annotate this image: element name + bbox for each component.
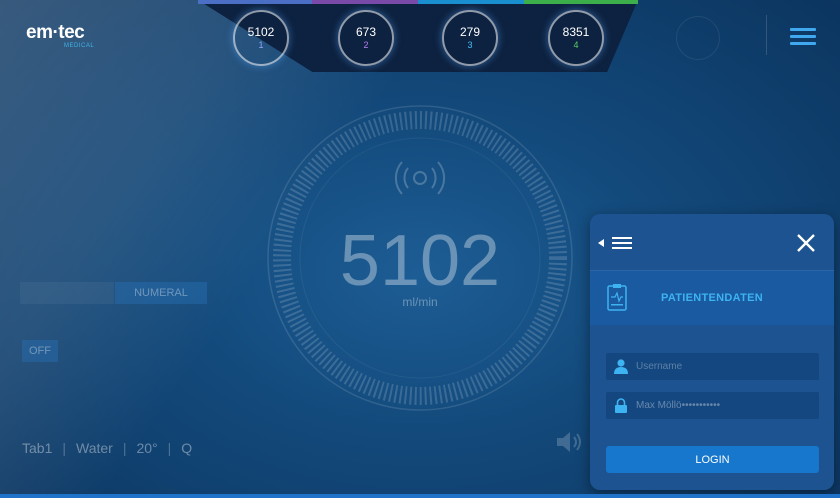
separator: |	[62, 440, 66, 456]
ghost-circle	[676, 16, 720, 60]
channel-1-accent	[198, 0, 312, 4]
bottom-accent-line	[0, 494, 840, 498]
username-input[interactable]	[636, 353, 786, 380]
channel-4-gauge[interactable]: 8351 4	[548, 10, 604, 66]
channel-2-accent	[312, 0, 418, 4]
patient-data-label: PATIENTENDATEN	[661, 292, 763, 304]
numeral-button[interactable]: NUMERAL	[115, 282, 207, 304]
setting-medium: Water	[76, 440, 113, 456]
channel-2-gauge[interactable]: 673 2	[338, 10, 394, 66]
logo-subtext: MEDICAL	[64, 43, 95, 49]
password-input[interactable]	[636, 392, 786, 419]
header-divider	[766, 15, 767, 55]
channel-1-number: 1	[258, 40, 264, 50]
channel-4-accent	[524, 0, 638, 4]
login-button[interactable]: LOGIN	[606, 446, 819, 473]
settings-row: Tab1 | Water | 20° | Q	[22, 440, 192, 456]
lock-icon	[615, 398, 627, 413]
setting-q: Q	[181, 440, 193, 456]
user-icon	[614, 359, 628, 374]
main-flow-value: 5102	[339, 221, 501, 301]
clipboard-icon	[607, 284, 627, 311]
logo-text: em·tec	[26, 22, 85, 43]
channel-1-gauge[interactable]: 5102 1	[233, 10, 289, 66]
collapse-menu-icon[interactable]	[598, 236, 634, 250]
channel-2-number: 2	[363, 40, 369, 50]
setting-tab: Tab1	[22, 440, 53, 456]
separator: |	[122, 440, 127, 456]
close-icon[interactable]	[797, 234, 815, 252]
channel-4-value: 8351	[562, 25, 590, 39]
channel-3-number: 3	[467, 40, 473, 50]
hamburger-icon[interactable]	[790, 28, 816, 46]
channel-3-value: 279	[459, 25, 481, 39]
channel-3-accent	[418, 0, 524, 4]
channel-3-gauge[interactable]: 279 3	[442, 10, 498, 66]
panel-header	[590, 214, 834, 270]
password-field[interactable]	[606, 392, 819, 419]
separator: |	[167, 440, 172, 456]
main-flow-unit: ml/min	[402, 295, 438, 309]
emtec-logo: em·tec MEDICAL	[26, 22, 94, 49]
username-field[interactable]	[606, 353, 819, 380]
setting-temp: 20°	[136, 440, 158, 456]
channel-4-number: 4	[573, 40, 579, 50]
channel-1-value: 5102	[247, 25, 275, 39]
off-toggle[interactable]: OFF	[22, 340, 58, 362]
login-panel: PATIENTENDATEN LOGIN	[590, 214, 834, 490]
patient-data-section[interactable]: PATIENTENDATEN	[590, 270, 834, 325]
channel-2-value: 673	[355, 25, 377, 39]
speaker-icon[interactable]	[555, 430, 585, 454]
mode-button-blank[interactable]	[20, 282, 114, 304]
